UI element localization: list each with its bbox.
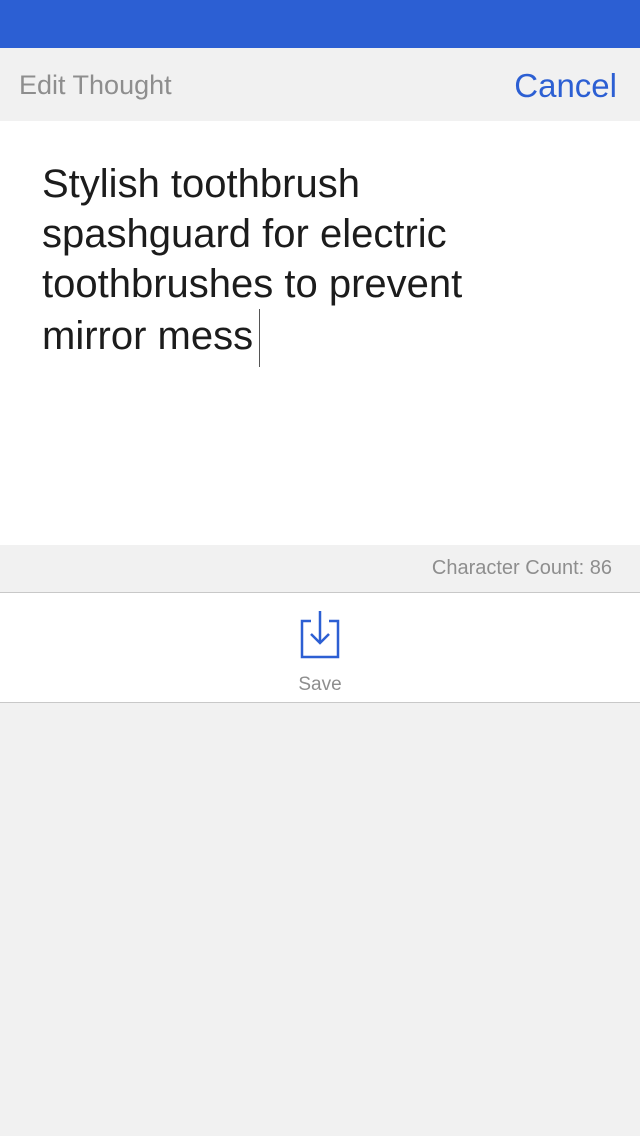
navigation-bar: Edit Thought Cancel (0, 48, 640, 121)
text-cursor (259, 309, 261, 367)
save-download-icon (300, 611, 340, 659)
action-toolbar: Save (0, 593, 640, 703)
thought-text-area[interactable]: Stylish toothbrush spashguard for electr… (42, 159, 562, 367)
page-title: Edit Thought (19, 70, 172, 100)
cancel-button[interactable]: Cancel (514, 66, 617, 106)
character-count: Character Count: 86 (431, 557, 612, 579)
thought-text: Stylish toothbrush spashguard for electr… (42, 162, 463, 358)
save-label: Save (298, 674, 342, 695)
save-button[interactable]: Save (270, 609, 370, 697)
character-count-bar: Character Count: 86 (0, 545, 640, 593)
status-bar (0, 0, 640, 48)
thought-editor[interactable]: Stylish toothbrush spashguard for electr… (0, 121, 640, 545)
